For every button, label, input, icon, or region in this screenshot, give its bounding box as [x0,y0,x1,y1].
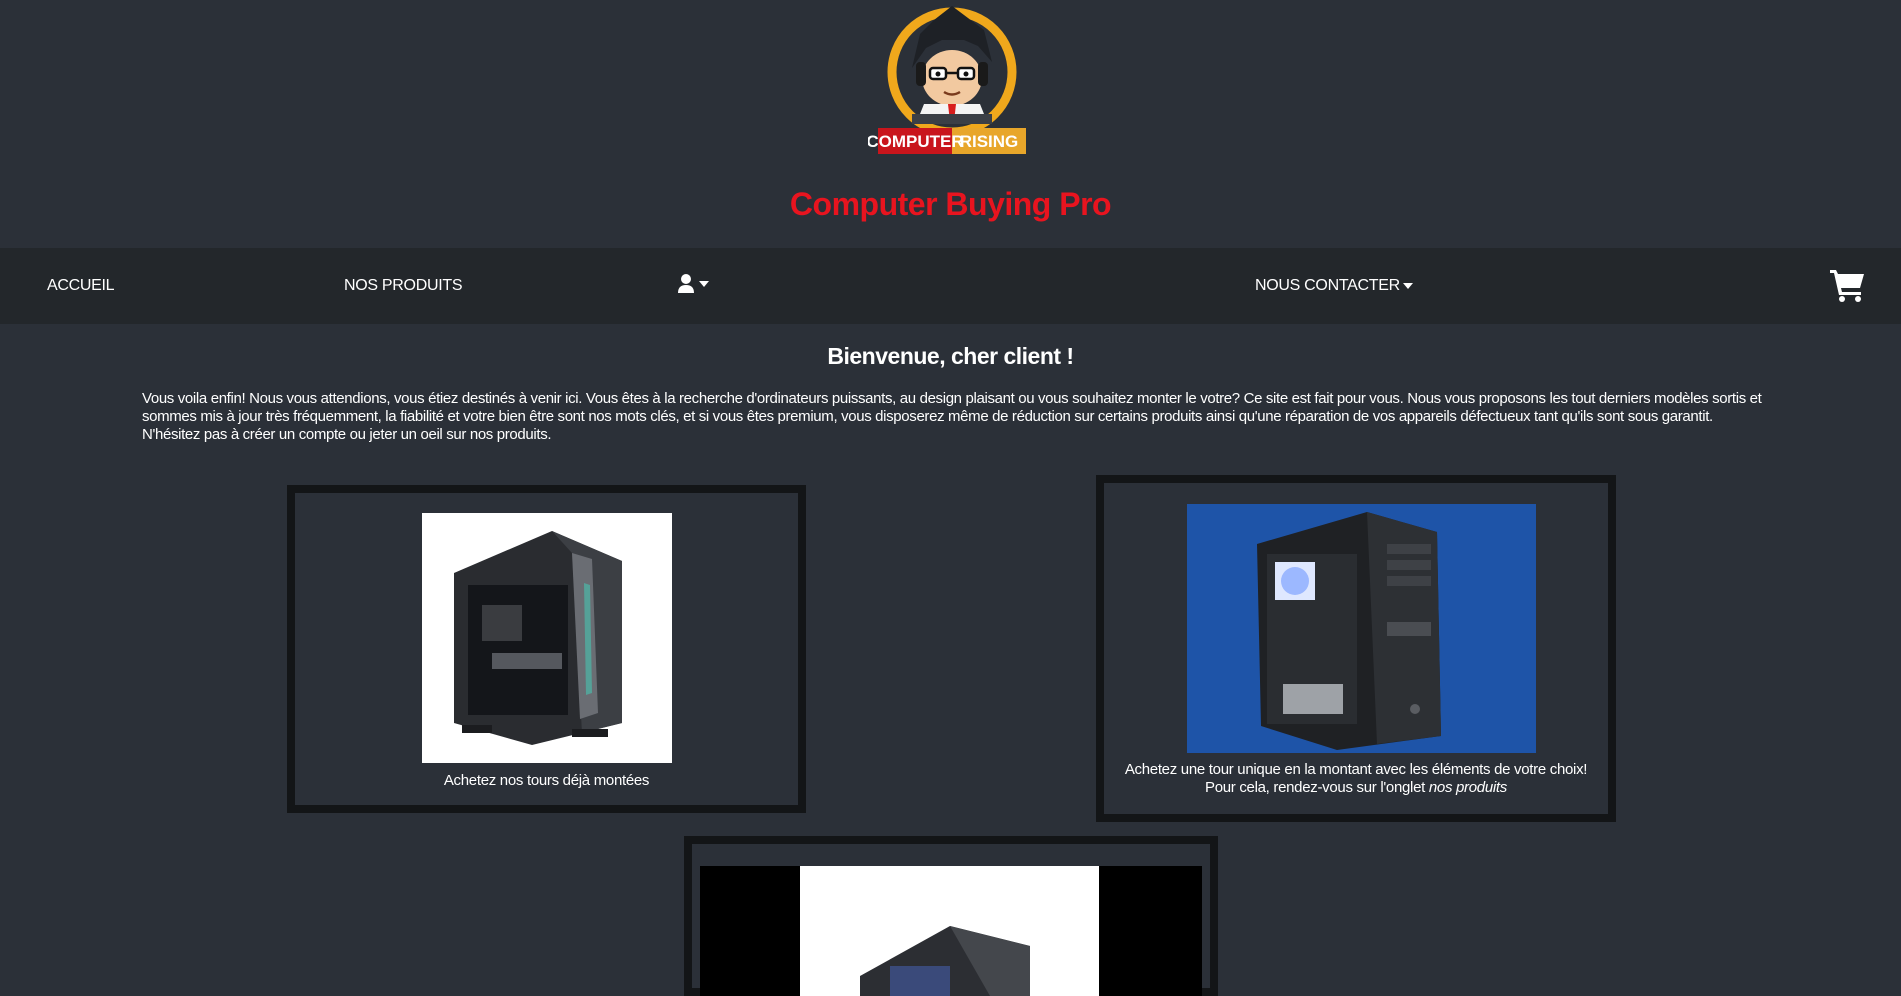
card-caption-line1: Achetez une tour unique en la montant av… [1124,761,1588,778]
logo-text-right: RISING [960,132,1019,151]
computer-rising-logo[interactable]: COMPUTER RISING [868,0,1036,160]
chevron-down-icon [1402,282,1413,289]
site-header: COMPUTER RISING Computer Buying Pro [0,0,1901,248]
prebuilt-towers-card[interactable]: Achetez nos tours déjà montées [287,485,806,813]
custom-build-card[interactable]: Achetez une tour unique en la montant av… [1096,475,1616,822]
logo-text-left: COMPUTER [868,132,964,151]
welcome-heading: Bienvenue, cher client ! [827,343,1074,369]
caption-text: Pour cela, rendez-vous sur l'onglet [1205,779,1429,796]
products-tab-mention: nos produits [1428,779,1507,796]
prebuilt-tower-image [422,513,672,763]
chevron-down-icon [699,281,709,287]
card-caption-line2: Pour cela, rendez-vous sur l'onglet nos … [1104,779,1608,797]
card-caption: Achetez nos tours déjà montées [443,772,650,789]
intro-paragraph: Vous voila enfin! Nous vous attendions, … [142,390,1762,443]
nav-contact-label: NOUS CONTACTER [1255,277,1400,294]
site-title: Computer Buying Pro [789,186,1112,222]
account-dropdown[interactable] [678,274,709,298]
tower-card-3[interactable] [684,836,1218,996]
nav-home-link[interactable]: ACCUEIL [47,248,115,324]
nav-contact-dropdown[interactable]: NOUS CONTACTER [1255,248,1413,324]
main-navbar: ACCUEIL NOS PRODUITS NOUS CONTACTER [0,248,1901,324]
nav-products-link[interactable]: NOS PRODUITS [344,248,463,324]
shopping-cart-icon[interactable] [1830,268,1866,302]
custom-tower-image [1187,504,1536,753]
user-icon [678,274,694,293]
